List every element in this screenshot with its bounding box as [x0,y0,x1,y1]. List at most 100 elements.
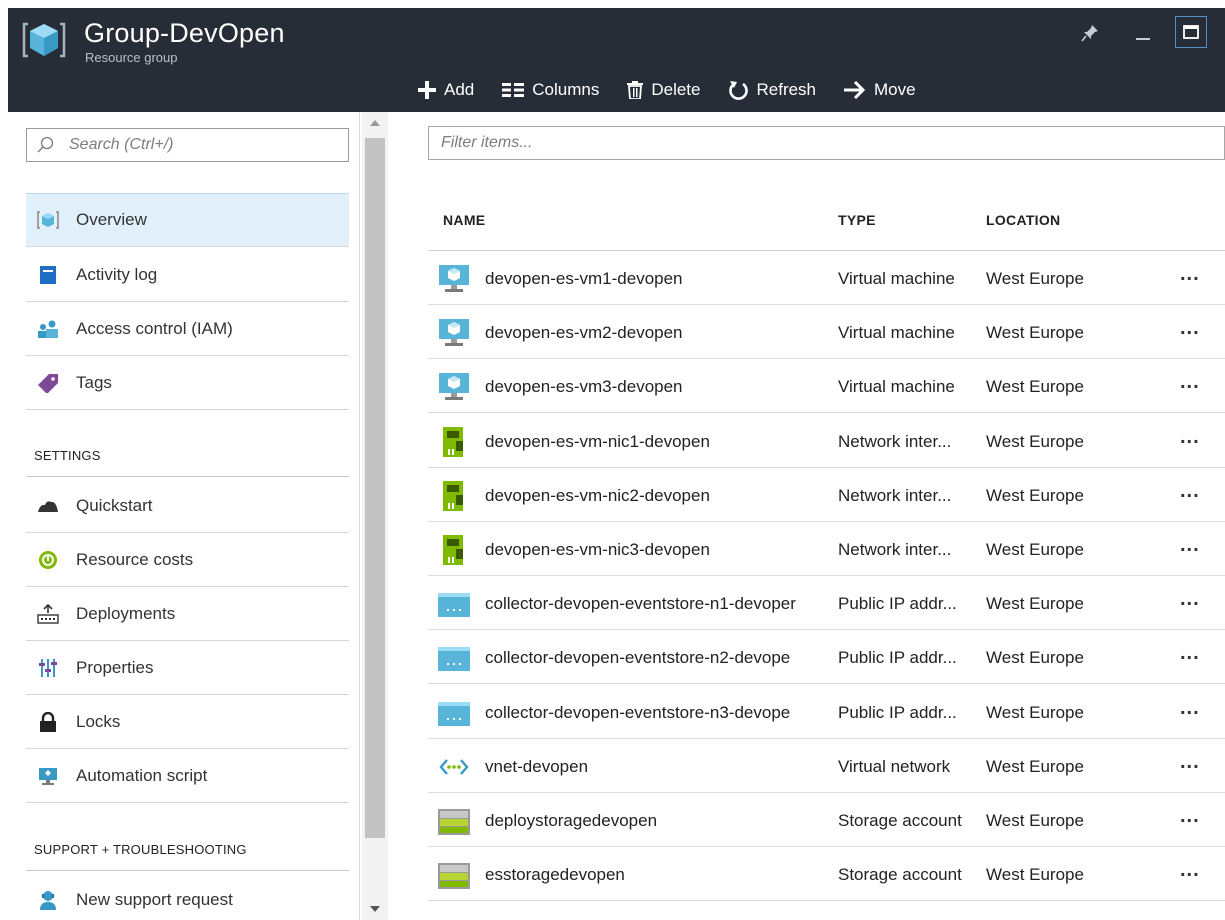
resource-name[interactable]: devopen-es-vm-nic1-devopen [485,432,835,452]
resource-name[interactable]: devopen-es-vm3-devopen [485,377,835,397]
blade-header: Group-DevOpen Resource group Add Columns… [8,8,1225,112]
menu-item-deployments[interactable]: Deployments [26,587,349,641]
minimize-icon[interactable] [1128,18,1158,48]
more-options-button[interactable]: ... [1180,805,1200,828]
page-subtitle: Resource group [85,50,178,65]
automation-icon [36,764,60,788]
plus-icon [418,81,436,99]
nic-icon [438,535,470,565]
menu-item-access-control[interactable]: Access control (IAM) [26,302,349,356]
table-row[interactable]: deploystoragedevopen Storage account West … [428,793,1225,847]
more-options-button[interactable]: ... [1180,751,1200,774]
resource-location: West Europe [986,269,1084,288]
scroll-down-icon[interactable] [370,906,380,912]
cost-icon [36,548,60,572]
menu-item-automation-script[interactable]: Automation script [26,749,349,803]
more-options-button[interactable]: ... [1180,697,1200,720]
pin-icon[interactable] [1075,18,1105,48]
more-options-button[interactable]: ... [1180,426,1200,449]
table-row[interactable]: collector-devopen-eventstore-n1-devoper P… [428,576,1225,630]
resource-name[interactable]: devopen-es-vm-nic2-devopen [485,486,835,506]
table-row[interactable]: collector-devopen-eventstore-n3-devope Pu… [428,685,1225,739]
resource-name[interactable]: collector-devopen-eventstore-n2-devope [485,648,835,668]
menu-item-new-support-request[interactable]: New support request [26,873,349,920]
menu-item-label: Tags [76,372,112,392]
nic-icon [438,427,470,457]
resource-location: West Europe [986,486,1084,505]
menu-search-box[interactable] [26,128,349,162]
resource-type: Storage account [838,811,962,830]
maximize-icon[interactable] [1175,16,1207,48]
resource-name[interactable]: devopen-es-vm1-devopen [485,269,835,289]
vm-icon [438,318,470,348]
more-options-button[interactable]: ... [1180,263,1200,286]
filter-box[interactable] [428,126,1225,160]
resource-location: West Europe [986,594,1084,613]
menu-item-label: New support request [76,890,233,909]
refresh-button[interactable]: Refresh [728,80,816,100]
more-options-button[interactable]: ... [1180,317,1200,340]
resource-location: West Europe [986,540,1084,559]
table-row[interactable]: collector-devopen-eventstore-n2-devope Pu… [428,630,1225,684]
resource-name[interactable]: vnet-devopen [485,757,835,777]
menu-item-quickstart[interactable]: Quickstart [26,479,349,533]
delete-button[interactable]: Delete [627,80,700,100]
columns-label: Columns [532,80,600,99]
properties-icon [36,656,60,680]
move-button[interactable]: Move [844,80,916,100]
resource-name[interactable]: devopen-es-vm2-devopen [485,323,835,343]
table-row[interactable]: devopen-es-vm-nic2-devopen Network inter.… [428,468,1225,522]
resource-type: Network inter... [838,540,952,559]
filter-input[interactable] [441,134,941,152]
vm-icon [438,372,470,402]
table-row[interactable]: vnet-devopen Virtual network West Europe..… [428,739,1225,793]
resource-name[interactable]: devopen-es-vm-nic3-devopen [485,540,835,560]
table-row[interactable]: devopen-es-vm-nic1-devopen Network inter.… [428,414,1225,468]
menu-search-input[interactable] [69,136,309,154]
menu-item-label: Access control (IAM) [76,318,233,338]
table-row[interactable]: devopen-es-vm-nic3-devopen Network inter.… [428,522,1225,576]
table-row[interactable]: esstoragedevopen Storage account West Euro… [428,847,1225,901]
scroll-thumb[interactable] [365,138,385,838]
resource-location: West Europe [986,648,1084,667]
menu-item-label: Quickstart [76,495,153,515]
resource-name[interactable]: esstoragedevopen [485,865,835,885]
menu-scrollbar[interactable] [362,112,388,920]
command-bar: Add Columns Delete Refresh Move [418,74,944,106]
menu-item-label: Resource costs [76,549,194,569]
menu-item-tags[interactable]: Tags [26,356,349,410]
add-button[interactable]: Add [418,80,474,100]
support-icon [36,888,60,912]
resource-type: Storage account [838,865,962,884]
vnet-icon [438,752,470,782]
more-options-button[interactable]: ... [1180,642,1200,665]
more-options-button[interactable]: ... [1180,588,1200,611]
columns-button[interactable]: Columns [502,80,599,100]
menu-item-resource-costs[interactable]: Resource costs [26,533,349,587]
resource-type: Virtual network [838,757,951,776]
table-row[interactable]: devopen-es-vm1-devopen Virtual machine Wes… [428,251,1225,305]
more-options-button[interactable]: ... [1180,859,1200,882]
menu-item-properties[interactable]: Properties [26,641,349,695]
resource-name[interactable]: collector-devopen-eventstore-n3-devope [485,703,835,723]
table-row[interactable]: devopen-es-vm2-devopen Virtual machine Wes… [428,305,1225,359]
resource-name[interactable]: deploystoragedevopen [485,811,835,831]
menu-item-locks[interactable]: Locks [26,695,349,749]
resource-group-icon [36,208,60,232]
more-options-button[interactable]: ... [1180,480,1200,503]
table-row[interactable]: devopen-es-vm3-devopen Virtual machine Wes… [428,359,1225,413]
more-options-button[interactable]: ... [1180,534,1200,557]
menu-item-activity-log[interactable]: Activity log [26,248,349,302]
scroll-up-icon[interactable] [370,120,380,126]
more-options-button[interactable]: ... [1180,371,1200,394]
column-header-location[interactable]: LOCATION [986,212,1060,228]
menu-item-overview[interactable]: Overview [26,193,349,247]
public-ip-icon [438,698,470,728]
menu-item-label: Properties [76,657,154,677]
column-header-name[interactable]: NAME [443,212,485,228]
column-header-type[interactable]: TYPE [838,212,876,228]
resource-location: West Europe [986,377,1084,396]
resource-name[interactable]: collector-devopen-eventstore-n1-devoper [485,594,835,614]
page-title: Group-DevOpen [84,18,285,48]
menu-item-label: Deployments [76,603,176,623]
